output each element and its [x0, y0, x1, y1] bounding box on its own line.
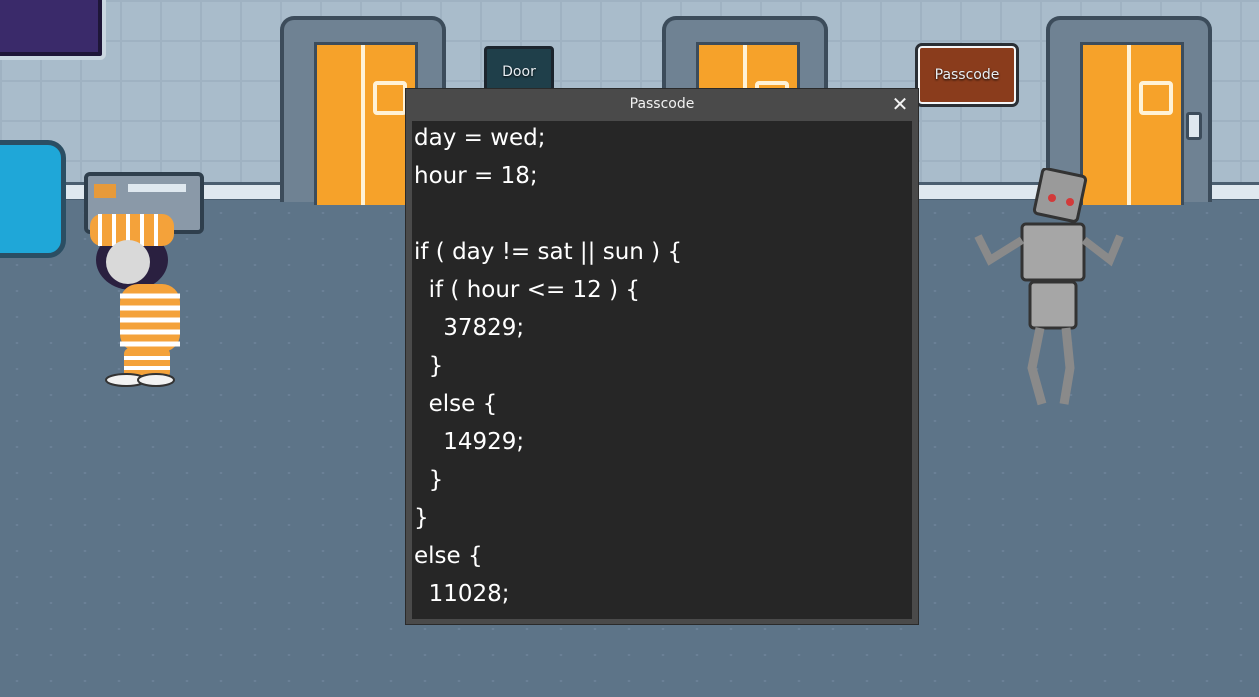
code-line: 14929;: [414, 429, 525, 455]
blue-pod-machine: [0, 140, 66, 258]
code-line: if ( hour <= 12 ) {: [414, 277, 641, 303]
code-line: day = wed;: [414, 125, 546, 151]
door-handle: [1186, 112, 1202, 140]
code-line: hour = 18;: [414, 163, 538, 189]
passcode-sign-label: Passcode: [934, 67, 1000, 83]
passcode-dialog: Passcode ✕ day = wed; hour = 18; if ( day …: [405, 88, 919, 625]
code-line: 37829;: [414, 315, 525, 341]
code-line: if ( day != sat || sun ) {: [414, 239, 683, 265]
dialog-title: Passcode: [629, 96, 695, 112]
code-panel[interactable]: day = wed; hour = 18; if ( day != sat || s…: [412, 121, 912, 619]
door-sign-label: Door: [502, 64, 536, 80]
code-line: else {: [414, 543, 483, 569]
code-line: 11028;: [414, 581, 510, 607]
code-line: }: [414, 467, 444, 493]
game-scene: Door Passcode Passcode ✕ day = wed; hour…: [0, 0, 1259, 697]
code-line: }: [414, 353, 444, 379]
robot-guard: [974, 168, 1124, 406]
passcode-sign[interactable]: Passcode: [915, 43, 1019, 107]
wall-monitor: [0, 0, 106, 60]
door-panel: [314, 42, 418, 205]
code-line: }: [414, 505, 429, 531]
prisoner-character: [90, 214, 180, 387]
code-line: else {: [414, 391, 498, 417]
close-icon[interactable]: ✕: [888, 91, 912, 117]
